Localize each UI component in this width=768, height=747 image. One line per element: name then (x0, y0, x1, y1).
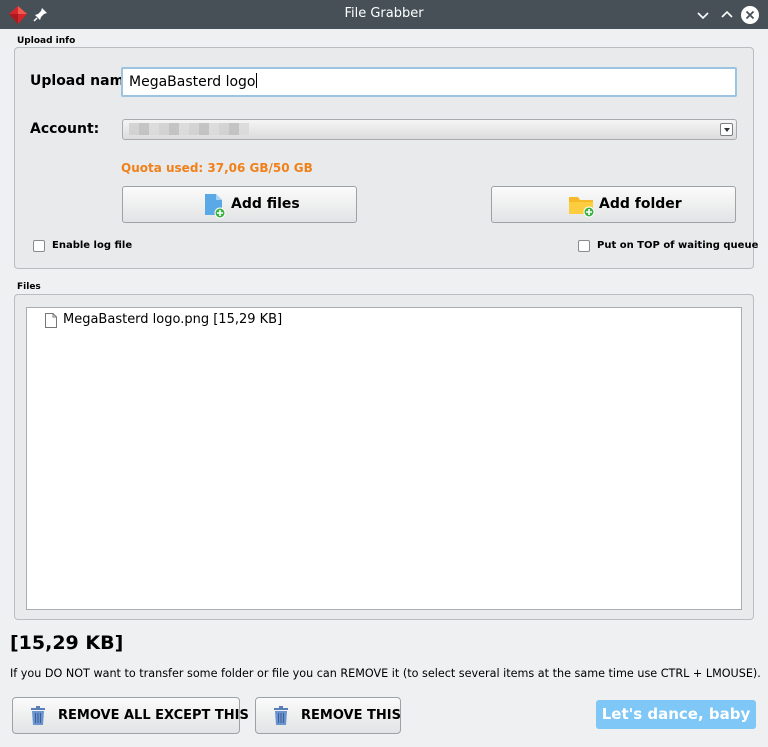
add-files-label: Add files (231, 196, 300, 212)
enable-log-checkbox[interactable] (33, 240, 45, 252)
add-folder-button[interactable]: Add folder (491, 186, 736, 223)
add-file-icon (205, 194, 226, 219)
file-tree[interactable]: MegaBasterd logo.png [15,29 KB] (26, 307, 742, 610)
add-folder-icon (569, 197, 595, 218)
account-select[interactable] (122, 119, 737, 140)
total-size: [15,29 KB] (10, 632, 124, 654)
upload-name-value: MegaBasterd logo (129, 74, 256, 90)
trash-icon (31, 706, 45, 725)
put-on-top-checkbox[interactable] (578, 240, 590, 252)
upload-info-group-label: Upload info (17, 36, 76, 46)
close-circle-icon[interactable] (740, 5, 760, 25)
remove-hint-text: If you DO NOT want to transfer some fold… (10, 667, 761, 680)
remove-this-label: REMOVE THIS (301, 708, 401, 723)
remove-all-except-button[interactable]: REMOVE ALL EXCEPT THIS (12, 697, 249, 734)
chevron-down-icon[interactable] (693, 5, 713, 25)
account-value-redacted (129, 123, 249, 135)
put-on-top-label: Put on TOP of waiting queue (597, 240, 759, 251)
text-caret (255, 73, 257, 88)
dropdown-arrow-icon[interactable] (720, 123, 733, 136)
files-group-label: Files (17, 282, 41, 292)
remove-all-except-label: REMOVE ALL EXCEPT THIS (58, 708, 249, 723)
remove-this-button[interactable]: REMOVE THIS (255, 697, 401, 734)
file-icon (45, 313, 57, 328)
add-files-button[interactable]: Add files (122, 186, 357, 223)
upload-name-input[interactable]: MegaBasterd logo (121, 67, 737, 97)
title-bar: File Grabber (0, 0, 768, 29)
chevron-up-icon[interactable] (717, 5, 737, 25)
enable-log-label: Enable log file (52, 240, 133, 251)
file-item-label: MegaBasterd logo.png [15,29 KB] (63, 312, 283, 327)
quota-text: Quota used: 37,06 GB/50 GB (121, 161, 313, 175)
window-title: File Grabber (344, 6, 424, 21)
lets-dance-button[interactable]: Let's dance, baby (596, 700, 756, 729)
add-folder-label: Add folder (599, 196, 682, 212)
account-label: Account: (30, 121, 100, 137)
trash-icon (274, 706, 288, 725)
